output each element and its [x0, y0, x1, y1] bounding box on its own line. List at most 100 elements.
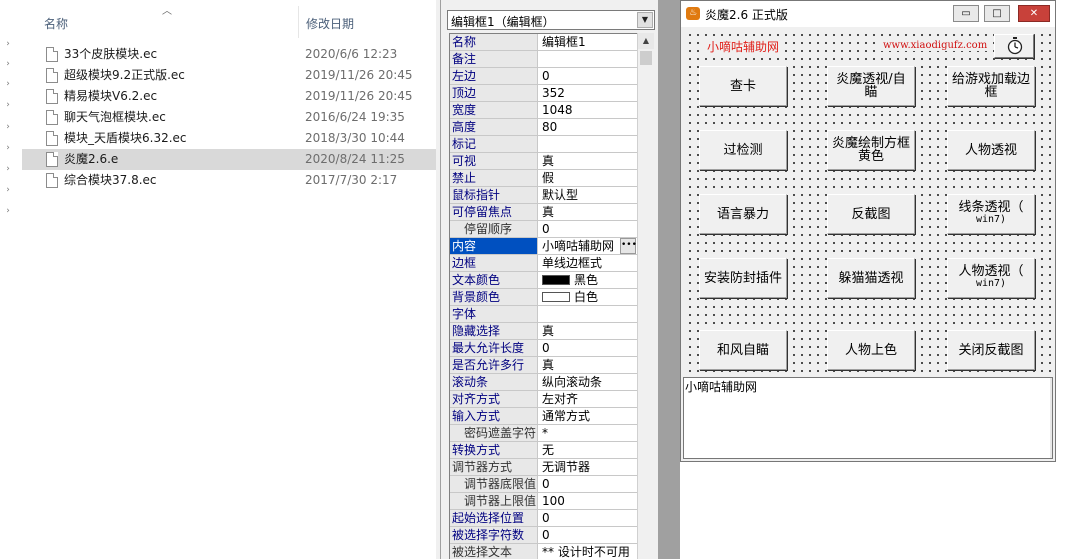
- minimize-button[interactable]: ▭: [953, 5, 979, 22]
- property-row[interactable]: 停留顺序 0: [450, 221, 637, 238]
- property-row[interactable]: 备注: [450, 51, 637, 68]
- property-row[interactable]: 转换方式无: [450, 442, 637, 459]
- form-design-canvas[interactable]: 小嘀咕辅助网 www.xiaodigufz.com 查卡 炎魔透视/自瞄 给游戏加载…: [683, 28, 1053, 376]
- property-row[interactable]: 字体: [450, 306, 637, 323]
- form-button[interactable]: 人物透视（ win7): [947, 258, 1035, 298]
- property-value[interactable]: [539, 136, 637, 152]
- title-bar[interactable]: ♨ 炎魔2.6 正式版 ▭ □ ✕: [681, 1, 1055, 27]
- property-row[interactable]: 左边 0: [450, 68, 637, 85]
- form-button[interactable]: 语言暴力: [699, 194, 787, 234]
- property-value[interactable]: 0: [539, 510, 637, 526]
- form-button[interactable]: 人物上色: [827, 330, 915, 370]
- property-row[interactable]: 被选择字符数 0: [450, 527, 637, 544]
- file-row[interactable]: 炎魔2.6.e 2020/8/24 11:25: [22, 149, 440, 170]
- column-divider[interactable]: [298, 6, 299, 38]
- property-value[interactable]: 白色: [539, 289, 637, 305]
- file-row[interactable]: 超级模块9.2正式版.ec 2019/11/26 20:45: [22, 65, 440, 86]
- property-value[interactable]: ** 设计时不可用: [539, 544, 637, 559]
- property-value[interactable]: 0: [539, 68, 637, 84]
- file-row[interactable]: 模块_天盾模块6.32.ec 2018/3/30 10:44: [22, 128, 440, 149]
- form-button[interactable]: 炎魔绘制方框黄色: [827, 130, 915, 170]
- property-value[interactable]: 默认型: [539, 187, 637, 203]
- expand-arrow-icon[interactable]: ›: [2, 78, 14, 90]
- property-value[interactable]: 0: [539, 340, 637, 356]
- form-button[interactable]: 反截图: [827, 194, 915, 234]
- property-row[interactable]: 对齐方式 左对齐: [450, 391, 637, 408]
- property-value[interactable]: *: [539, 425, 637, 441]
- expand-arrow-icon[interactable]: ›: [2, 99, 14, 111]
- property-row[interactable]: 最大允许长度 0: [450, 340, 637, 357]
- maximize-button[interactable]: □: [984, 5, 1010, 22]
- color-swatch[interactable]: [542, 275, 570, 285]
- memo-scrollbar[interactable]: [1050, 378, 1052, 458]
- property-value[interactable]: 0: [539, 527, 637, 543]
- property-value[interactable]: 1048: [539, 102, 637, 118]
- scroll-up-arrow-icon[interactable]: ▲: [638, 33, 654, 49]
- property-value[interactable]: 假: [539, 170, 637, 186]
- property-value[interactable]: 无: [539, 442, 637, 458]
- expand-arrow-icon[interactable]: ›: [2, 121, 14, 133]
- property-row[interactable]: 边框 单线边框式: [450, 255, 637, 272]
- scroll-thumb[interactable]: [640, 51, 652, 65]
- form-button[interactable]: 关闭反截图: [947, 330, 1035, 370]
- form-button[interactable]: 线条透视（ win7): [947, 194, 1035, 234]
- expand-arrow-icon[interactable]: ›: [2, 163, 14, 175]
- property-row[interactable]: 内容 小嘀咕辅助网 •••: [450, 238, 637, 255]
- column-header-name[interactable]: 名称: [44, 15, 68, 32]
- property-value[interactable]: 左对齐: [539, 391, 637, 407]
- property-grid-scrollbar[interactable]: ▲: [637, 33, 654, 559]
- close-button[interactable]: ✕: [1018, 5, 1050, 22]
- property-value[interactable]: 0: [539, 221, 637, 237]
- property-row[interactable]: 名称 编辑框1: [450, 34, 637, 51]
- form-button[interactable]: 和风自瞄: [699, 330, 787, 370]
- property-value[interactable]: 0: [539, 476, 637, 492]
- file-row[interactable]: 33个皮肤模块.ec 2020/6/6 12:23: [22, 44, 440, 65]
- form-button[interactable]: 过检测: [699, 130, 787, 170]
- property-value[interactable]: 小嘀咕辅助网 •••: [539, 238, 637, 254]
- property-value[interactable]: 单线边框式: [539, 255, 637, 271]
- editbox-memo[interactable]: 小嘀咕辅助网: [683, 377, 1053, 459]
- property-row[interactable]: 可视真: [450, 153, 637, 170]
- expand-arrow-icon[interactable]: ›: [2, 58, 14, 70]
- ellipsis-icon[interactable]: •••: [620, 238, 637, 254]
- property-value[interactable]: 真: [539, 204, 637, 220]
- property-value[interactable]: 纵向滚动条: [539, 374, 637, 390]
- file-row[interactable]: 精易模块V6.2.ec 2019/11/26 20:45: [22, 86, 440, 107]
- form-button[interactable]: 查卡: [699, 66, 787, 106]
- property-value[interactable]: 真: [539, 153, 637, 169]
- property-value[interactable]: 80: [539, 119, 637, 135]
- column-header-date[interactable]: 修改日期: [306, 15, 354, 32]
- property-value[interactable]: 真: [539, 323, 637, 339]
- form-button[interactable]: 安装防封插件: [699, 258, 787, 298]
- file-row[interactable]: 聊天气泡框模块.ec 2016/6/24 19:35: [22, 107, 440, 128]
- property-row[interactable]: 是否允许多行真: [450, 357, 637, 374]
- property-row[interactable]: 密码遮盖字符 *: [450, 425, 637, 442]
- property-value[interactable]: 100: [539, 493, 637, 509]
- property-row[interactable]: 宽度 1048: [450, 102, 637, 119]
- timer-stopwatch-icon[interactable]: [994, 34, 1034, 58]
- property-row[interactable]: 高度 80: [450, 119, 637, 136]
- property-value[interactable]: 编辑框1: [539, 34, 637, 50]
- expand-arrow-icon[interactable]: ›: [2, 142, 14, 154]
- property-row[interactable]: 文本颜色 黑色: [450, 272, 637, 289]
- property-row[interactable]: 鼠标指针 默认型: [450, 187, 637, 204]
- file-row[interactable]: 综合模块37.8.ec 2017/7/30 2:17: [22, 170, 440, 191]
- property-row[interactable]: 输入方式 通常方式: [450, 408, 637, 425]
- form-button[interactable]: 躲猫猫透视: [827, 258, 915, 298]
- property-value[interactable]: [539, 51, 637, 67]
- form-button[interactable]: 炎魔透视/自瞄: [827, 66, 915, 106]
- property-row[interactable]: 顶边 352: [450, 85, 637, 102]
- property-row[interactable]: 隐藏选择真: [450, 323, 637, 340]
- color-swatch[interactable]: [542, 292, 570, 302]
- property-value[interactable]: 无调节器: [539, 459, 637, 475]
- property-row[interactable]: 调节器上限值 100: [450, 493, 637, 510]
- property-row[interactable]: 背景颜色 白色: [450, 289, 637, 306]
- property-value[interactable]: 352: [539, 85, 637, 101]
- property-value[interactable]: 真: [539, 357, 637, 373]
- property-row[interactable]: 滚动条 纵向滚动条: [450, 374, 637, 391]
- expand-arrow-icon[interactable]: ›: [2, 38, 14, 50]
- component-selector[interactable]: 编辑框1（编辑框） ▼: [447, 10, 655, 30]
- property-row[interactable]: 起始选择位置 0: [450, 510, 637, 527]
- dropdown-arrow-icon[interactable]: ▼: [637, 12, 653, 28]
- property-value[interactable]: 通常方式: [539, 408, 637, 424]
